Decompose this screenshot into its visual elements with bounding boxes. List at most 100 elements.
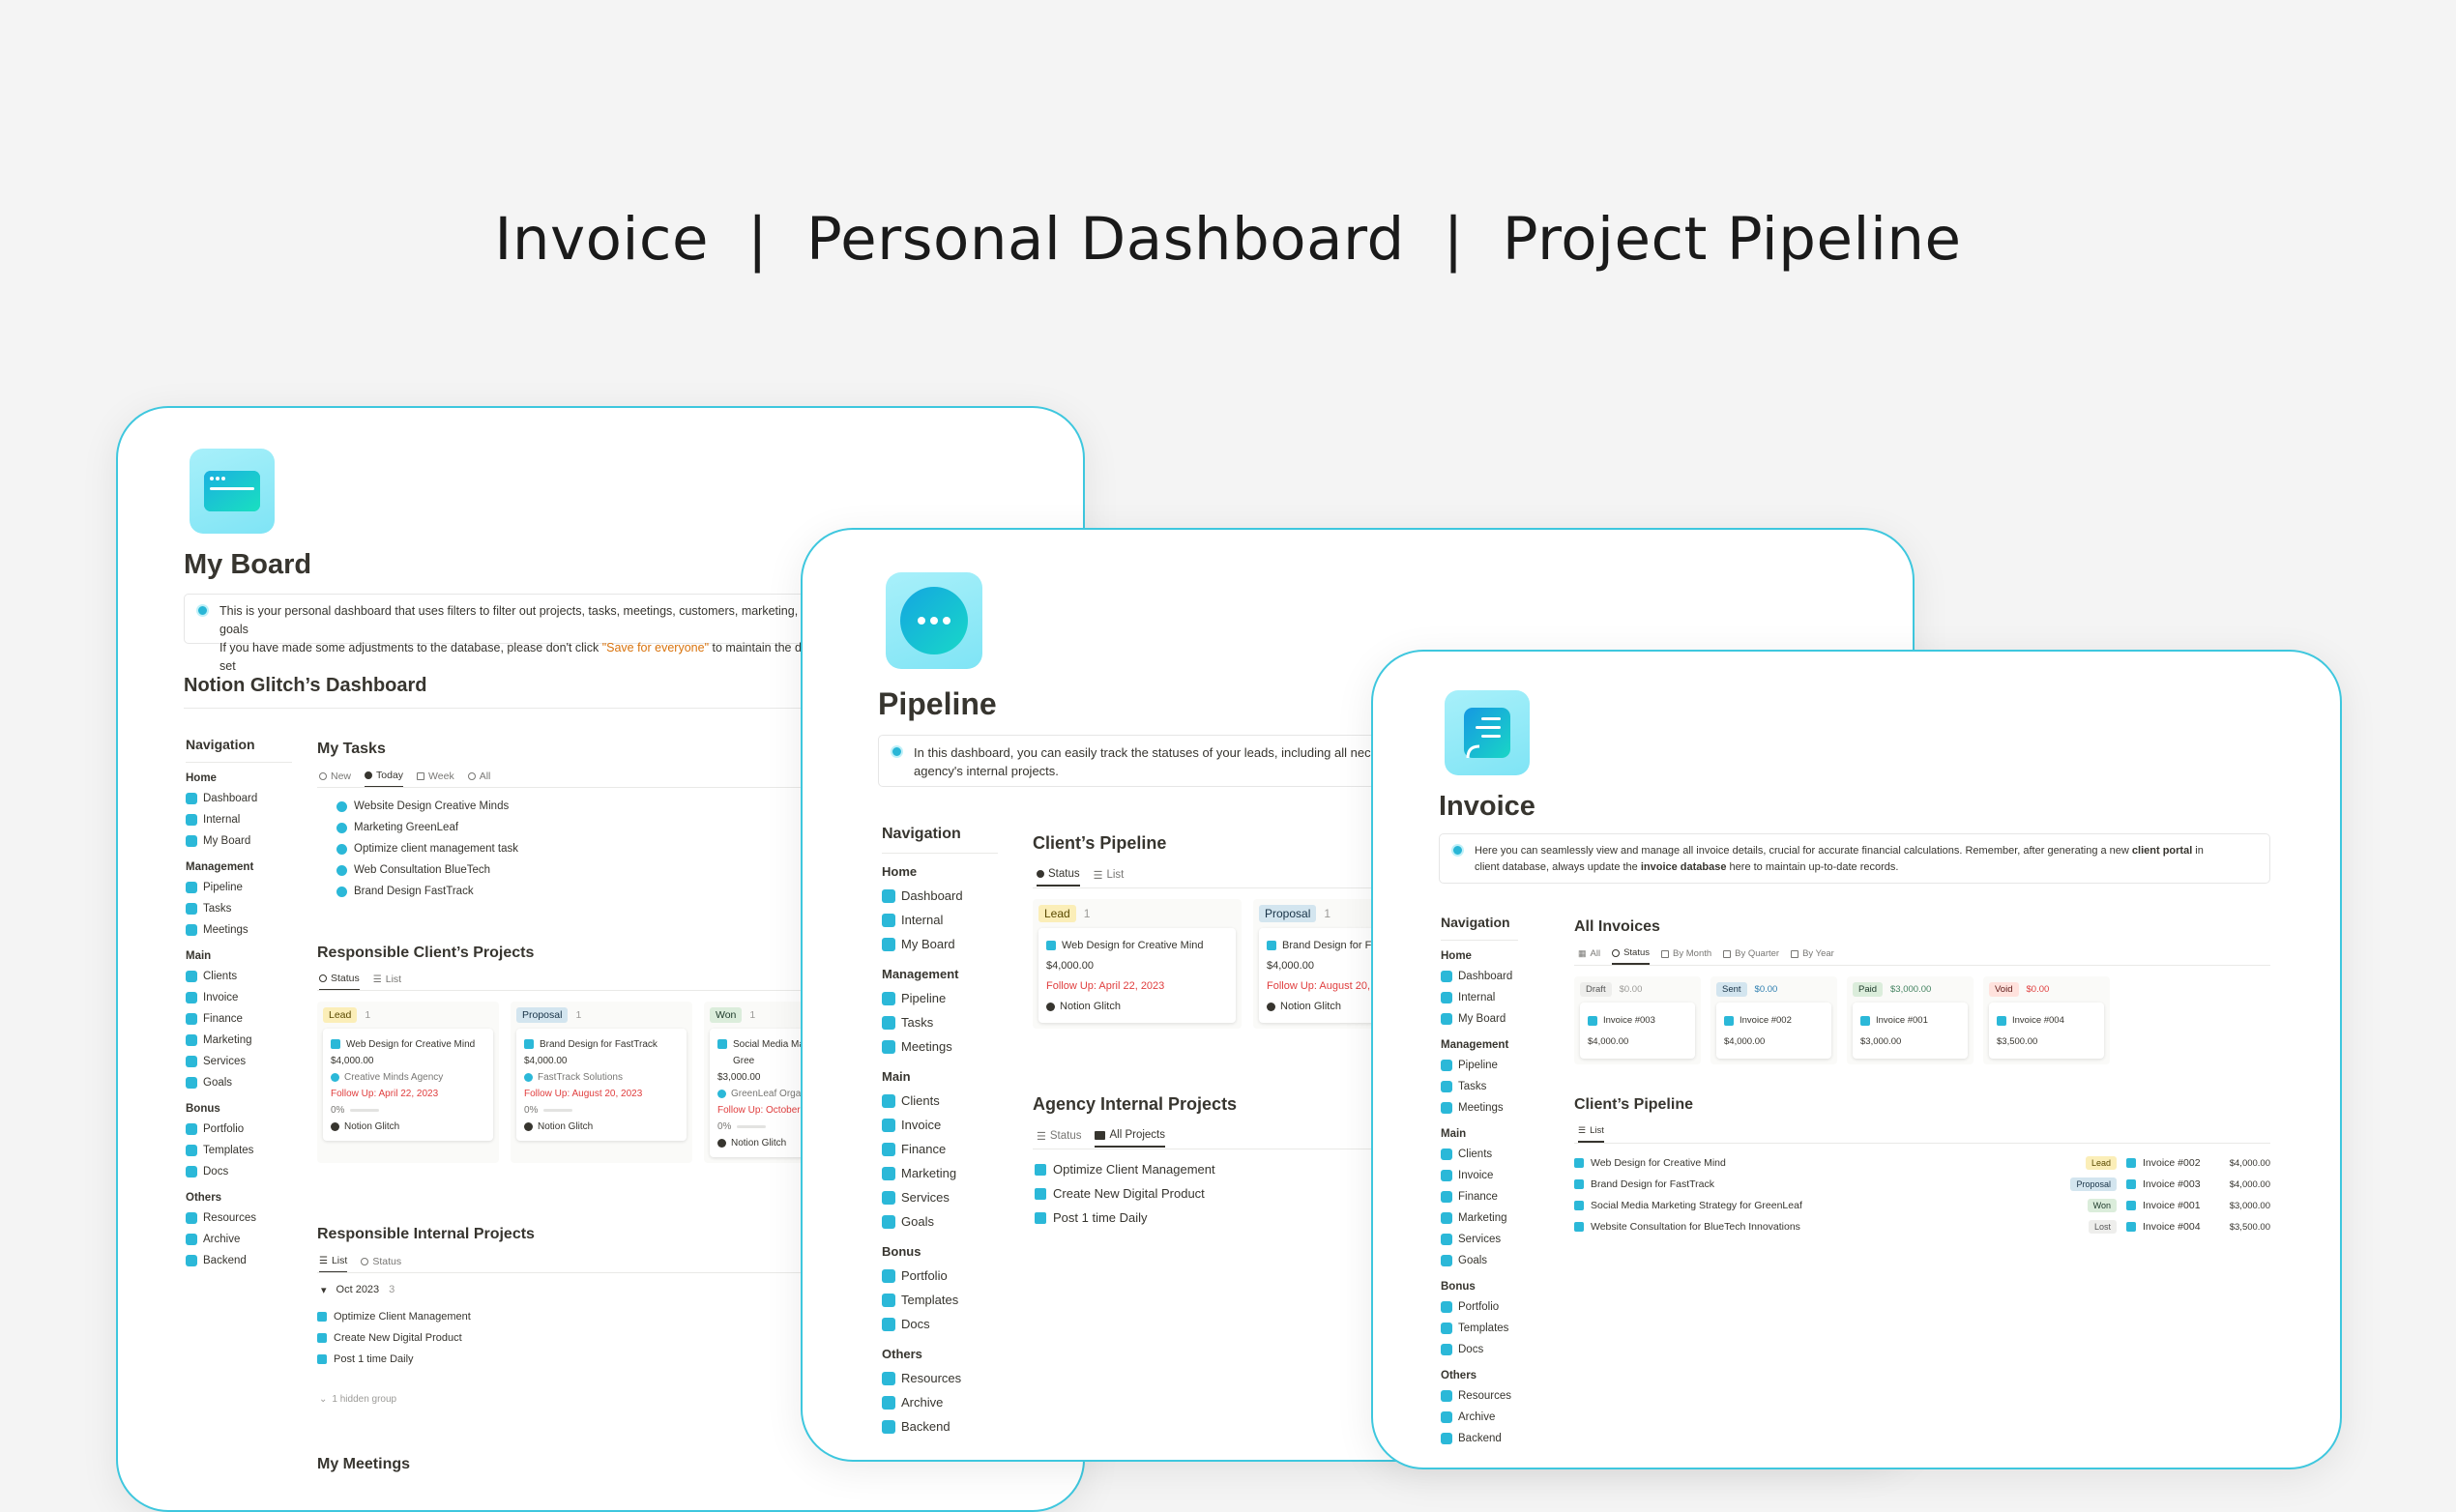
tab-today[interactable]: Today <box>365 770 404 788</box>
tab-all[interactable]: All <box>467 770 490 788</box>
sidebar-item-portfolio[interactable]: Portfolio <box>1441 1296 1518 1318</box>
list-item[interactable]: Optimize Client Management <box>1035 1162 1215 1177</box>
sidebar-item-portfolio[interactable]: Portfolio <box>882 1264 998 1288</box>
sidebar-item-meetings[interactable]: Meetings <box>882 1034 998 1059</box>
invoice-card[interactable]: Invoice #001 $3,000.00 <box>1853 1003 1968 1059</box>
tab-by-year[interactable]: By Year <box>1791 947 1834 965</box>
info-icon <box>1451 844 1464 857</box>
sidebar-item-archive[interactable]: Archive <box>186 1229 292 1250</box>
group-header[interactable]: ▾ Oct 2023 3 <box>321 1284 395 1296</box>
task-item[interactable]: Brand Design FastTrack <box>336 886 474 897</box>
sidebar-item-finance[interactable]: Finance <box>186 1008 292 1030</box>
table-row[interactable]: Website Consultation for BlueTech Innova… <box>1574 1216 2270 1237</box>
table-row[interactable]: Web Design for Creative Mind Lead Invoic… <box>1574 1152 2270 1174</box>
sidebar-item-docs[interactable]: Docs <box>882 1312 998 1336</box>
list-item[interactable]: Optimize Client Management <box>317 1311 471 1323</box>
sidebar-item-marketing[interactable]: Marketing <box>186 1030 292 1051</box>
task-item[interactable]: Marketing GreenLeaf <box>336 822 458 833</box>
tab-list[interactable]: ☰ List <box>319 1255 348 1273</box>
tab-status[interactable]: Status <box>319 973 360 991</box>
sidebar-item-invoice[interactable]: Invoice <box>882 1113 998 1137</box>
sidebar-item-templates[interactable]: Templates <box>882 1288 998 1312</box>
tab-by-month[interactable]: By Month <box>1661 947 1711 965</box>
tab-status[interactable]: Status <box>361 1255 401 1273</box>
headline: Invoice | Personal Dashboard | Project Pipel… <box>0 205 2456 274</box>
sidebar-item-resources[interactable]: Resources <box>186 1207 292 1229</box>
list-item[interactable]: Create New Digital Product <box>1035 1186 1205 1201</box>
sidebar-item-meetings[interactable]: Meetings <box>186 919 292 941</box>
pipeline-tabs: ☰ List <box>1578 1125 1604 1143</box>
table-row[interactable]: Brand Design for FastTrack Proposal Invo… <box>1574 1174 2270 1195</box>
tab-status[interactable]: Status <box>1612 947 1651 965</box>
project-card[interactable]: Web Design for Creative Mind $4,000.00 C… <box>323 1029 493 1141</box>
list-item[interactable]: Post 1 time Daily <box>1035 1210 1148 1225</box>
sidebar-item-resources[interactable]: Resources <box>1441 1385 1518 1407</box>
sidebar-item-my-board[interactable]: My Board <box>882 932 998 956</box>
task-item[interactable]: Website Design Creative Minds <box>336 800 509 812</box>
table-row[interactable]: Social Media Marketing Strategy for Gree… <box>1574 1195 2270 1216</box>
sidebar-item-portfolio[interactable]: Portfolio <box>186 1119 292 1140</box>
tab-new[interactable]: New <box>319 770 351 788</box>
sidebar-item-backend[interactable]: Backend <box>882 1414 998 1439</box>
sidebar-item-internal[interactable]: Internal <box>186 809 292 830</box>
hidden-group-toggle[interactable]: ⌄ 1 hidden group <box>319 1394 396 1405</box>
invoice-card[interactable]: Invoice #003 $4,000.00 <box>1580 1003 1695 1059</box>
sidebar-item-docs[interactable]: Docs <box>186 1161 292 1182</box>
sidebar-item-clients[interactable]: Clients <box>882 1089 998 1113</box>
task-item[interactable]: Optimize client management task <box>336 843 518 855</box>
invoice-card[interactable]: Invoice #004 $3,500.00 <box>1989 1003 2104 1059</box>
sidebar-item-meetings[interactable]: Meetings <box>1441 1097 1518 1119</box>
sidebar-item-goals[interactable]: Goals <box>882 1209 998 1234</box>
sidebar-item-resources[interactable]: Resources <box>882 1366 998 1390</box>
sidebar-item-my-board[interactable]: My Board <box>1441 1008 1518 1030</box>
sidebar-item-services[interactable]: Services <box>1441 1229 1518 1250</box>
invoice-card[interactable]: Invoice #002 $4,000.00 <box>1716 1003 1831 1059</box>
sidebar-item-my-board[interactable]: My Board <box>186 830 292 852</box>
project-card[interactable]: Brand Design for FastTrack $4,000.00 Fas… <box>516 1029 687 1141</box>
tab-status[interactable]: ☰ Status <box>1037 1129 1081 1148</box>
list-item[interactable]: Post 1 time Daily <box>317 1353 414 1365</box>
sidebar-item-internal[interactable]: Internal <box>1441 987 1518 1008</box>
sidebar-item-clients[interactable]: Clients <box>186 966 292 987</box>
tab-list[interactable]: ☰ List <box>1578 1125 1604 1143</box>
sidebar-item-label: Meetings <box>203 924 249 936</box>
sidebar-item-services[interactable]: Services <box>882 1185 998 1209</box>
sidebar-item-marketing[interactable]: Marketing <box>882 1161 998 1185</box>
sidebar-item-finance[interactable]: Finance <box>882 1137 998 1161</box>
sidebar-item-tasks[interactable]: Tasks <box>1441 1076 1518 1097</box>
sidebar-item-goals[interactable]: Goals <box>1441 1250 1518 1271</box>
sidebar-item-invoice[interactable]: Invoice <box>1441 1165 1518 1186</box>
sidebar-item-services[interactable]: Services <box>186 1051 292 1072</box>
sidebar-item-marketing[interactable]: Marketing <box>1441 1207 1518 1229</box>
sidebar-item-pipeline[interactable]: Pipeline <box>1441 1055 1518 1076</box>
tab-list[interactable]: ☰ List <box>373 973 401 991</box>
tab-week[interactable]: Week <box>417 770 454 788</box>
sidebar-item-templates[interactable]: Templates <box>186 1140 292 1161</box>
tab-all-projects[interactable]: All Projects <box>1095 1129 1166 1148</box>
task-item[interactable]: Web Consultation BlueTech <box>336 864 490 876</box>
sidebar-item-clients[interactable]: Clients <box>1441 1144 1518 1165</box>
sidebar-item-dashboard[interactable]: Dashboard <box>1441 966 1518 987</box>
sidebar-item-dashboard[interactable]: Dashboard <box>186 788 292 809</box>
project-card[interactable]: Web Design for Creative Mind $4,000.00 F… <box>1038 928 1236 1023</box>
list-item[interactable]: Create New Digital Product <box>317 1332 462 1344</box>
sidebar-item-backend[interactable]: Backend <box>186 1250 292 1271</box>
sidebar-item-goals[interactable]: Goals <box>186 1072 292 1093</box>
tab-list[interactable]: ☰ List <box>1094 868 1125 887</box>
sidebar-item-invoice[interactable]: Invoice <box>186 987 292 1008</box>
sidebar-item-tasks[interactable]: Tasks <box>186 898 292 919</box>
sidebar-item-archive[interactable]: Archive <box>1441 1407 1518 1428</box>
sidebar-item-internal[interactable]: Internal <box>882 908 998 932</box>
sidebar-item-templates[interactable]: Templates <box>1441 1318 1518 1339</box>
sidebar-item-finance[interactable]: Finance <box>1441 1186 1518 1207</box>
sidebar-item-tasks[interactable]: Tasks <box>882 1010 998 1034</box>
sidebar-item-backend[interactable]: Backend <box>1441 1428 1518 1449</box>
sidebar-item-archive[interactable]: Archive <box>882 1390 998 1414</box>
tab-by-quarter[interactable]: By Quarter <box>1723 947 1779 965</box>
sidebar-item-pipeline[interactable]: Pipeline <box>882 986 998 1010</box>
tab-status[interactable]: Status <box>1037 868 1080 887</box>
tab-all[interactable]: ▦ All <box>1578 947 1600 965</box>
sidebar-item-dashboard[interactable]: Dashboard <box>882 884 998 908</box>
sidebar-item-docs[interactable]: Docs <box>1441 1339 1518 1360</box>
sidebar-item-pipeline[interactable]: Pipeline <box>186 877 292 898</box>
